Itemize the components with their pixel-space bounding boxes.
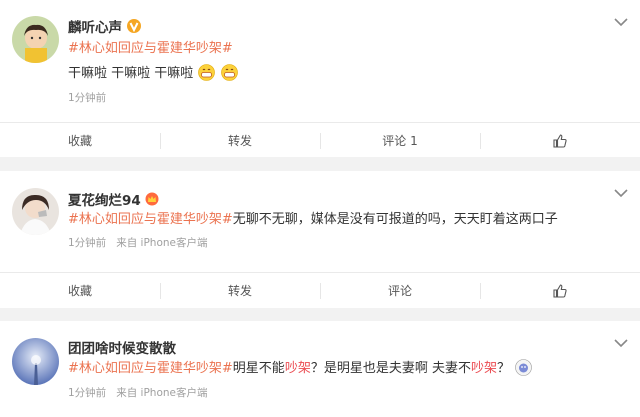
favorite-button[interactable]: 收藏 bbox=[0, 273, 160, 308]
repost-label: 转发 bbox=[227, 134, 252, 148]
username[interactable]: 团团啥时候变散散 bbox=[68, 337, 176, 357]
post-source: 来自 iPhone客户端 bbox=[116, 387, 208, 399]
repost-button[interactable]: 转发 bbox=[160, 123, 320, 158]
post-source: 来自 iPhone客户端 bbox=[116, 237, 208, 249]
like-icon bbox=[553, 133, 567, 148]
post-card: 夏花绚烂94 #林心如回应与霍建华吵架#无聊不无聊，媒体是没有可报道的吗，天天盯… bbox=[0, 171, 640, 308]
like-button[interactable] bbox=[480, 123, 640, 158]
username-text[interactable]: 团团啥时候变散散 bbox=[68, 337, 176, 357]
avatar[interactable] bbox=[12, 16, 59, 63]
timestamp[interactable]: 1分钟前 bbox=[68, 387, 106, 399]
repost-button[interactable]: 转发 bbox=[160, 273, 320, 308]
favorite-label: 收藏 bbox=[67, 134, 92, 148]
post-text-segment: ？是明星也是夫妻啊 夫妻不 bbox=[310, 361, 471, 376]
grin-emoji-icon bbox=[220, 64, 238, 81]
hashtag-link[interactable]: #林心如回应与霍建华吵架# bbox=[68, 41, 233, 56]
grin-emoji-icon bbox=[198, 64, 216, 81]
post-text-segment: ？ bbox=[496, 361, 510, 376]
post-card: 团团啥时候变散散 #林心如回应与霍建华吵架#明星不能吵架？是明星也是夫妻啊 夫妻… bbox=[0, 321, 640, 417]
favorite-button[interactable]: 收藏 bbox=[0, 123, 160, 158]
comment-button[interactable]: 评论 bbox=[320, 273, 480, 308]
like-button[interactable] bbox=[480, 273, 640, 308]
timestamp[interactable]: 1分钟前 bbox=[68, 237, 106, 249]
comment-label: 评论 1 bbox=[382, 134, 418, 148]
post-meta: 1分钟前 来自 iPhone客户端 bbox=[68, 385, 207, 400]
post-topic[interactable]: #林心如回应与霍建华吵架# bbox=[68, 40, 620, 58]
action-bar: 收藏 转发 评论 bbox=[0, 272, 640, 308]
verified-badge-icon bbox=[127, 19, 141, 33]
timestamp[interactable]: 1分钟前 bbox=[68, 92, 106, 104]
avatar[interactable] bbox=[12, 188, 59, 235]
keyword-highlight: 吵架 bbox=[284, 361, 311, 376]
action-bar: 收藏 转发 评论 1 bbox=[0, 122, 640, 158]
crown-badge-icon bbox=[145, 192, 159, 206]
comment-label: 评论 bbox=[387, 284, 412, 298]
post-text-body: 无聊不无聊，媒体是没有可报道的吗，天天盯着这两口子 bbox=[232, 212, 558, 227]
chevron-down-icon[interactable] bbox=[614, 17, 628, 27]
hashtag-link[interactable]: #林心如回应与霍建华吵架# bbox=[68, 212, 233, 227]
post-card: 麟听心声 #林心如回应与霍建华吵架# 干嘛啦 干嘛啦 干嘛啦 1分钟前 收藏 转… bbox=[0, 0, 640, 157]
post-text: #林心如回应与霍建华吵架#明星不能吵架？是明星也是夫妻啊 夫妻不吵架？ bbox=[68, 359, 620, 378]
post-text-line: 干嘛啦 干嘛啦 干嘛啦 bbox=[68, 66, 194, 81]
chevron-down-icon[interactable] bbox=[614, 188, 628, 198]
post-text: 干嘛啦 干嘛啦 干嘛啦 bbox=[68, 64, 620, 83]
chevron-down-icon[interactable] bbox=[614, 338, 628, 348]
hashtag-link[interactable]: #林心如回应与霍建华吵架# bbox=[68, 361, 233, 376]
keyword-highlight: 吵架 bbox=[470, 361, 497, 376]
post-meta: 1分钟前 来自 iPhone客户端 bbox=[68, 235, 207, 250]
repost-label: 转发 bbox=[227, 284, 252, 298]
sticker-emoji-icon bbox=[515, 359, 532, 376]
comment-button[interactable]: 评论 1 bbox=[320, 123, 480, 158]
username-text[interactable]: 麟听心声 bbox=[68, 16, 122, 36]
like-icon bbox=[553, 283, 567, 298]
username[interactable]: 夏花绚烂94 bbox=[68, 189, 159, 209]
username[interactable]: 麟听心声 bbox=[68, 16, 141, 36]
post-text-segment: 明星不能 bbox=[232, 361, 285, 376]
post-meta: 1分钟前 bbox=[68, 90, 106, 105]
username-text[interactable]: 夏花绚烂94 bbox=[68, 189, 141, 209]
avatar[interactable] bbox=[12, 338, 59, 385]
post-text: #林心如回应与霍建华吵架#无聊不无聊，媒体是没有可报道的吗，天天盯着这两口子 bbox=[68, 211, 620, 229]
favorite-label: 收藏 bbox=[67, 284, 92, 298]
